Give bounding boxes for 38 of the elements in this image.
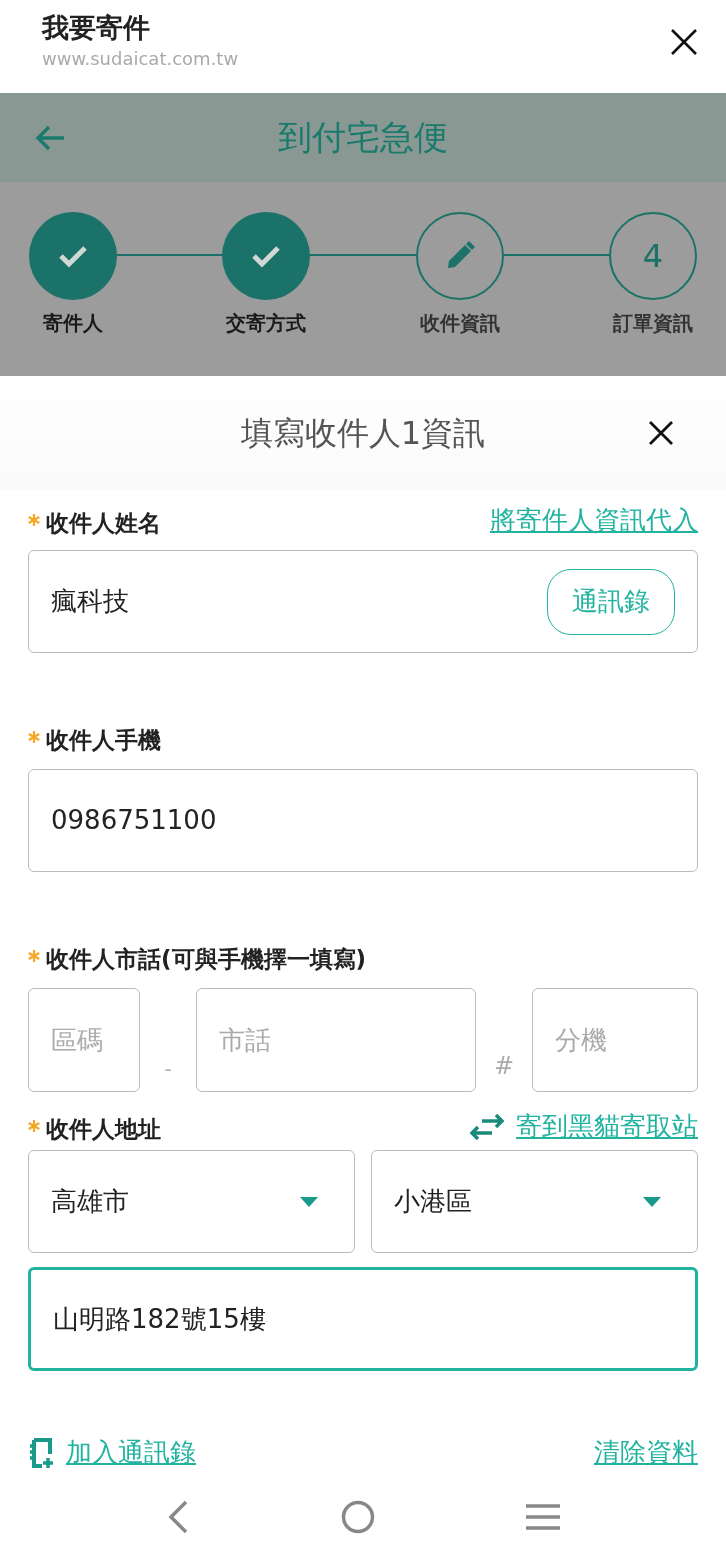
address-field[interactable]: 山明路182號15樓 bbox=[28, 1267, 698, 1371]
header-title: 到付宅急便 bbox=[278, 116, 448, 159]
field-label: 收件人手機 bbox=[46, 725, 161, 755]
input-field[interactable]: 區碼 bbox=[28, 988, 140, 1092]
sheet-title: 填寫收件人1資訊 bbox=[240, 413, 486, 454]
field-label: 收件人地址 bbox=[46, 1114, 161, 1144]
field-label: 收件人市話(可與手機擇一填寫) bbox=[46, 944, 367, 974]
field-label: 收件人姓名 bbox=[46, 508, 161, 538]
link[interactable]: 寄到黑貓寄取站 bbox=[516, 1107, 698, 1146]
dropdown[interactable]: 小港區 bbox=[371, 1150, 698, 1253]
back-icon[interactable] bbox=[34, 123, 66, 152]
step-label: 訂單資訊 bbox=[613, 310, 693, 337]
close-icon[interactable] bbox=[648, 420, 674, 446]
name-field[interactable]: 瘋科技 通訊錄 bbox=[28, 550, 698, 653]
close-icon[interactable] bbox=[670, 28, 698, 56]
contacts-button[interactable]: 通訊錄 bbox=[547, 568, 675, 635]
contact-book-add-icon[interactable] bbox=[28, 1437, 56, 1468]
input-field[interactable]: 分機 bbox=[532, 988, 698, 1092]
page-url: www.sudaicat.com.tw bbox=[42, 47, 239, 71]
link[interactable]: 清除資料 bbox=[594, 1433, 698, 1472]
link[interactable]: 加入通訊錄 bbox=[66, 1433, 196, 1472]
check-icon bbox=[251, 244, 282, 268]
separator: - bbox=[163, 1056, 173, 1083]
step-label: 交寄方式 bbox=[226, 310, 307, 337]
page-title: 我要寄件 bbox=[42, 11, 151, 45]
dropdown[interactable]: 高雄市 bbox=[28, 1150, 355, 1253]
menu-icon[interactable] bbox=[526, 1503, 561, 1531]
caret-icon bbox=[300, 1196, 318, 1207]
separator: # bbox=[492, 1051, 516, 1082]
phone-field[interactable]: 0986751100 bbox=[28, 769, 698, 872]
link[interactable]: 將寄件人資訊代入 bbox=[490, 501, 698, 540]
swap-arrows-icon[interactable] bbox=[470, 1113, 504, 1140]
step-label: 寄件人 bbox=[43, 310, 103, 337]
home-icon[interactable] bbox=[341, 1500, 375, 1534]
check-icon bbox=[58, 244, 88, 268]
caret-icon bbox=[643, 1196, 661, 1207]
step-label: 收件資訊 bbox=[419, 310, 500, 337]
input-field[interactable]: 市話 bbox=[196, 988, 476, 1092]
